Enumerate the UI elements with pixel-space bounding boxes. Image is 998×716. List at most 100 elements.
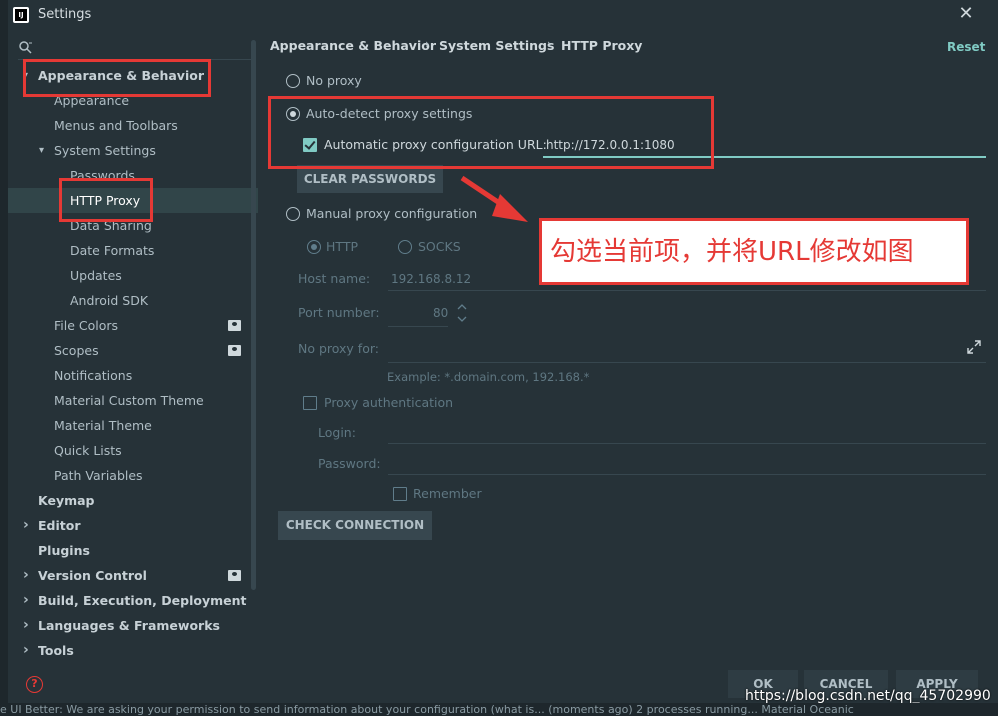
sidebar-item-date-formats[interactable]: Date Formats (8, 238, 248, 263)
sidebar-item-material-theme[interactable]: Material Theme (8, 413, 248, 438)
login-input[interactable] (388, 443, 986, 444)
sidebar-item-notifications[interactable]: Notifications (8, 363, 248, 388)
sidebar-item-label: Editor (38, 518, 81, 533)
proxy-auth-checkbox[interactable] (303, 396, 317, 410)
chevron-right-icon[interactable]: › (23, 638, 33, 663)
annotation-callout: 勾选当前项，并将URL修改如图 (539, 218, 969, 285)
chevron-right-icon[interactable]: › (23, 563, 33, 588)
proxy-auth-label: Proxy authentication (324, 395, 454, 410)
sidebar-item-label: Version Control (38, 568, 147, 583)
sidebar-item-label: Material Custom Theme (54, 393, 204, 408)
annotation-text: 勾选当前项，并将URL修改如图 (550, 237, 914, 267)
sidebar-item-updates[interactable]: Updates (8, 263, 248, 288)
sidebar-item-label: Android SDK (70, 293, 149, 308)
project-scope-icon (228, 320, 241, 331)
port-number-input[interactable]: 80 (433, 306, 448, 320)
sidebar-scrollbar[interactable] (251, 40, 256, 590)
help-icon[interactable]: ? (26, 676, 43, 693)
reset-link[interactable]: Reset (947, 40, 985, 54)
sidebar-item-label: System Settings (54, 143, 156, 158)
sidebar-item-label: Scopes (54, 343, 99, 358)
search-input[interactable] (18, 38, 254, 60)
sidebar-item-system-settings[interactable]: ▾ System Settings (8, 138, 248, 163)
host-name-input[interactable]: 192.168.8.12 (391, 272, 471, 286)
sidebar-item-label: Plugins (38, 543, 90, 558)
project-scope-icon (228, 570, 241, 581)
clear-passwords-button[interactable]: CLEAR PASSWORDS (297, 165, 443, 193)
manual-proxy-label: Manual proxy configuration (306, 206, 478, 221)
sidebar-item-label: Date Formats (70, 243, 155, 258)
ide-status-bar: e UI Better: We are asking your permissi… (0, 703, 998, 716)
port-number-underline (388, 326, 448, 327)
check-connection-button[interactable]: CHECK CONNECTION (278, 511, 432, 540)
sidebar-item-build-execution-deployment[interactable]: › Build, Execution, Deployment (8, 588, 248, 613)
no-proxy-for-label: No proxy for: (298, 341, 379, 356)
breadcrumb-appearance-behavior[interactable]: Appearance & Behavior (270, 38, 436, 53)
http-label: HTTP (326, 239, 358, 254)
breadcrumb-http-proxy: HTTP Proxy (561, 38, 643, 53)
socks-radio[interactable] (398, 240, 412, 254)
sidebar-item-menus-and-toolbars[interactable]: Menus and Toolbars (8, 113, 248, 138)
chevron-right-icon[interactable]: › (23, 588, 33, 613)
remember-label: Remember (413, 486, 482, 501)
sidebar-item-file-colors[interactable]: File Colors (8, 313, 248, 338)
sidebar-item-material-custom-theme[interactable]: Material Custom Theme (8, 388, 248, 413)
annotation-arrow-icon (460, 175, 528, 222)
intellij-app-icon: IJ (13, 7, 29, 23)
password-input[interactable] (388, 474, 986, 475)
sidebar-item-version-control[interactable]: › Version Control (8, 563, 248, 588)
no-proxy-example: Example: *.domain.com, 192.168.* (387, 370, 590, 384)
chevron-down-icon[interactable]: ▾ (39, 138, 49, 163)
sidebar-item-label: File Colors (54, 318, 119, 333)
chevron-right-icon[interactable]: › (23, 613, 33, 638)
socks-label: SOCKS (418, 239, 461, 254)
sidebar-item-scopes[interactable]: Scopes (8, 338, 248, 363)
sidebar-item-quick-lists[interactable]: Quick Lists (8, 438, 248, 463)
no-proxy-for-underline (388, 362, 986, 363)
breadcrumb-separator: › (547, 37, 552, 51)
sidebar-item-label: Quick Lists (54, 443, 122, 458)
settings-sidebar: ▾ Appearance & Behavior Appearance Menus an… (8, 30, 258, 670)
sidebar-item-label: Material Theme (54, 418, 152, 433)
sidebar-item-label: Languages & Frameworks (38, 618, 220, 633)
sidebar-item-keymap[interactable]: Keymap (8, 488, 248, 513)
sidebar-item-plugins[interactable]: Plugins (8, 538, 248, 563)
sidebar-item-label: Tools (38, 643, 74, 658)
project-scope-icon (228, 345, 241, 356)
sidebar-item-path-variables[interactable]: Path Variables (8, 463, 248, 488)
port-stepper-icon[interactable] (456, 302, 468, 324)
expand-icon[interactable] (967, 340, 981, 354)
sidebar-item-android-sdk[interactable]: Android SDK (8, 288, 248, 313)
settings-dialog: IJ Settings ✕ ▾ Appearance & Behavior Appe… (8, 0, 998, 703)
title-bar: IJ Settings ✕ (8, 0, 998, 30)
remember-checkbox[interactable] (393, 487, 407, 501)
watermark: https://blog.csdn.net/qq_45702990 (745, 688, 991, 704)
sidebar-item-label: Keymap (38, 493, 95, 508)
password-label: Password: (318, 456, 381, 471)
port-number-label: Port number: (298, 305, 380, 320)
host-name-label: Host name: (298, 271, 371, 286)
http-radio[interactable] (307, 240, 321, 254)
host-name-underline (388, 290, 986, 291)
sidebar-item-editor[interactable]: › Editor (8, 513, 248, 538)
breadcrumb-separator: › (425, 37, 430, 51)
sidebar-item-tools[interactable]: › Tools (8, 638, 248, 663)
annotation-highlight-http-proxy (59, 178, 153, 222)
breadcrumb-system-settings[interactable]: System Settings (439, 38, 554, 53)
sidebar-item-languages-frameworks[interactable]: › Languages & Frameworks (8, 613, 248, 638)
manual-proxy-radio[interactable] (286, 207, 300, 221)
annotation-highlight-appearance (23, 59, 211, 97)
login-label: Login: (318, 425, 356, 440)
close-icon[interactable]: ✕ (956, 3, 976, 25)
search-icon (19, 41, 32, 54)
sidebar-item-label: Build, Execution, Deployment (38, 593, 247, 608)
no-proxy-radio[interactable] (286, 74, 300, 88)
sidebar-item-label: Notifications (54, 368, 133, 383)
annotation-highlight-auto-detect (268, 96, 714, 169)
sidebar-item-label: Menus and Toolbars (54, 118, 178, 133)
sidebar-item-label: Updates (70, 268, 122, 283)
no-proxy-label: No proxy (306, 73, 362, 88)
sidebar-item-label: Path Variables (54, 468, 143, 483)
chevron-right-icon[interactable]: › (23, 513, 33, 538)
window-title: Settings (38, 7, 92, 22)
